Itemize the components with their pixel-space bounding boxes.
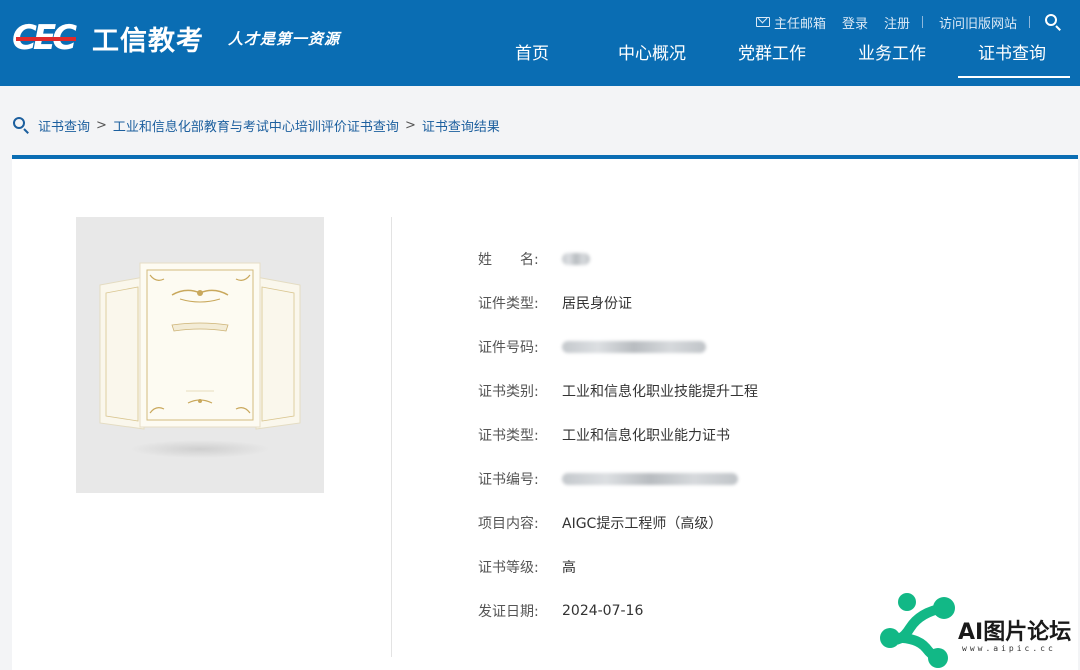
director-mail-link[interactable]: 主任邮箱 xyxy=(755,13,826,32)
field-label: 证书类型: xyxy=(478,428,539,444)
login-link[interactable]: 登录 xyxy=(842,13,868,32)
search-icon[interactable] xyxy=(1044,13,1062,31)
nav-item-overview[interactable]: 中心概况 xyxy=(592,40,712,80)
breadcrumb-item-result: 证书查询结果 xyxy=(421,119,500,135)
field-row-cert-number: 证书编号: xyxy=(478,457,758,501)
field-value: 工业和信息化职业能力证书 xyxy=(562,428,730,444)
field-label: 证书等级: xyxy=(478,560,539,576)
field-row-project: 项目内容: AIGC提示工程师（高级） xyxy=(478,501,758,545)
search-icon xyxy=(12,116,30,134)
field-label: 证书类别: xyxy=(478,384,539,400)
field-value-redacted xyxy=(562,473,738,485)
certificate-illustration xyxy=(99,262,301,458)
main-nav: 首页 中心概况 党群工作 业务工作 证书查询 xyxy=(472,40,1072,80)
director-mail-label: 主任邮箱 xyxy=(773,16,826,32)
certificate-info: 姓 名: 证件类型: 居民身份证 证件号码: 证书类别: 工业和信息化职业技能提… xyxy=(478,237,758,633)
top-links: 主任邮箱 登录 注册 访问旧版网站 xyxy=(740,12,1062,32)
top-links-divider xyxy=(1029,16,1030,28)
field-value-redacted xyxy=(562,253,590,265)
field-value: 居民身份证 xyxy=(562,296,632,312)
field-row-cert-type: 证书类型: 工业和信息化职业能力证书 xyxy=(478,413,758,457)
site-header: CEC 工信教考 人才是第一资源 主任邮箱 登录 注册 访问旧版网站 首页 中心… xyxy=(0,0,1080,86)
cec-logo-mark: CEC xyxy=(12,21,86,55)
field-label: 证件类型: xyxy=(478,296,539,312)
field-label: 姓 名: xyxy=(478,252,539,268)
logo-red-stripe xyxy=(16,37,76,41)
breadcrumb-item-certificate-query[interactable]: 证书查询 xyxy=(38,116,90,135)
field-value: 2024-07-16 xyxy=(562,603,644,619)
slogan: 人才是第一资源 xyxy=(228,30,341,48)
register-link[interactable]: 注册 xyxy=(884,13,910,32)
nav-item-business[interactable]: 业务工作 xyxy=(832,40,952,80)
old-site-link[interactable]: 访问旧版网站 xyxy=(939,13,1017,32)
field-value: AIGC提示工程师（高级） xyxy=(562,516,723,532)
logo-name: 工信教考 xyxy=(92,25,204,57)
field-row-cert-category: 证书类别: 工业和信息化职业技能提升工程 xyxy=(478,369,758,413)
field-label: 项目内容: xyxy=(478,516,539,532)
vertical-divider xyxy=(391,217,392,657)
field-value: 工业和信息化职业技能提升工程 xyxy=(562,384,758,400)
watermark-url: www.aipic.cc xyxy=(962,644,1056,653)
top-links-divider xyxy=(921,16,923,28)
field-label: 证书编号: xyxy=(478,472,539,488)
field-label: 发证日期: xyxy=(478,604,539,620)
field-row-level: 证书等级: 高 xyxy=(478,545,758,589)
chevron-right-icon: > xyxy=(404,117,416,133)
watermark-logo-icon xyxy=(880,593,955,668)
breadcrumb-item-training-query[interactable]: 工业和信息化部教育与考试中心培训评价证书查询 xyxy=(113,116,399,135)
field-value-redacted xyxy=(562,341,706,353)
nav-item-party-work[interactable]: 党群工作 xyxy=(712,40,832,80)
watermark-text: AI图片论坛 xyxy=(958,620,1072,645)
chevron-right-icon: > xyxy=(96,117,107,133)
field-label: 证件号码: xyxy=(478,340,539,356)
mail-icon xyxy=(755,17,770,27)
nav-item-certificate-query[interactable]: 证书查询 xyxy=(952,40,1072,80)
field-row-name: 姓 名: xyxy=(478,237,758,281)
site-logo[interactable]: CEC 工信教考 xyxy=(12,18,204,58)
field-value: 高 xyxy=(562,560,576,576)
nav-item-home[interactable]: 首页 xyxy=(472,40,592,80)
field-row-id-type: 证件类型: 居民身份证 xyxy=(478,281,758,325)
breadcrumb: 证书查询 > 工业和信息化部教育与考试中心培训评价证书查询 > 证书查询结果 xyxy=(12,114,500,136)
field-row-issue-date: 发证日期: 2024-07-16 xyxy=(478,589,758,633)
watermark: AI图片论坛 www.aipic.cc xyxy=(880,592,1080,670)
certificate-image xyxy=(76,217,324,493)
field-row-id-number: 证件号码: xyxy=(478,325,758,369)
